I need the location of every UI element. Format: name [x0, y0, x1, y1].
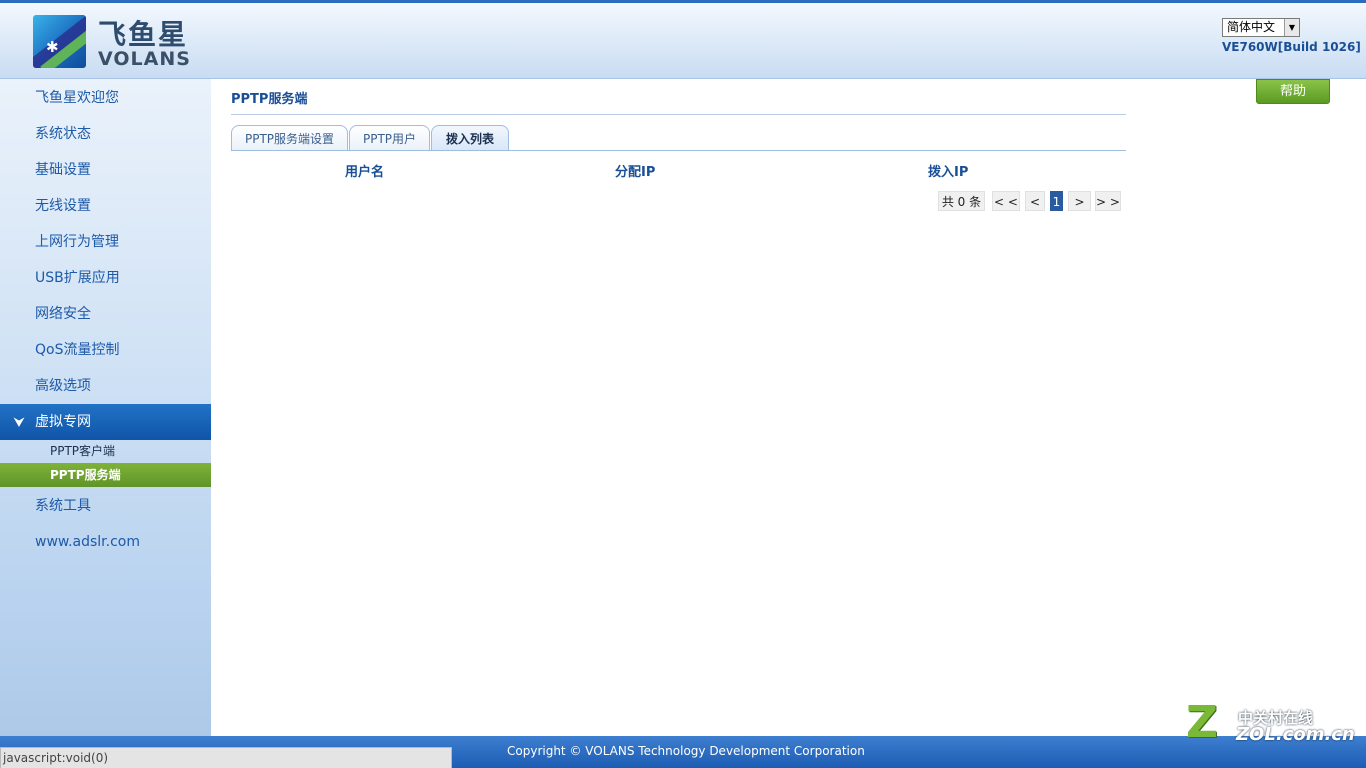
- sidebar-item-network-security[interactable]: 网络安全: [0, 296, 211, 332]
- sidebar-item-usb-apps[interactable]: USB扩展应用: [0, 260, 211, 296]
- sidebar-item-wireless-settings[interactable]: 无线设置: [0, 188, 211, 224]
- last-page-button[interactable]: > >: [1095, 191, 1121, 211]
- column-header-dial-in-ip: 拨入IP: [928, 165, 969, 180]
- double-chevron-down-icon: ⮟: [14, 415, 25, 429]
- sidebar-item-advanced[interactable]: 高级选项: [0, 368, 211, 404]
- zol-watermark-en: ZOL.com.cn: [1236, 724, 1355, 745]
- sidebar-item-behavior-management[interactable]: 上网行为管理: [0, 224, 211, 260]
- dropdown-arrow-icon[interactable]: ▼: [1284, 19, 1299, 36]
- firmware-version: VE760W[Build 1026]: [1222, 40, 1361, 54]
- volans-logo-icon: ✱: [33, 15, 86, 68]
- logo-text-cn: 飞鱼星: [98, 18, 189, 51]
- page-title: PPTP服务端: [231, 92, 308, 107]
- zol-watermark: Z 中关村在线 ZOL.com.cn: [1186, 700, 1356, 748]
- sidebar-item-welcome[interactable]: 飞鱼星欢迎您: [0, 80, 211, 116]
- column-header-assigned-ip: 分配IP: [615, 165, 656, 180]
- sidebar-subitem-pptp-client[interactable]: PPTP客户端: [0, 439, 211, 463]
- language-select[interactable]: 简体中文 ▼: [1222, 18, 1300, 37]
- sidebar-nav: 飞鱼星欢迎您 系统状态 基础设置 无线设置 上网行为管理 USB扩展应用 网络安…: [0, 79, 211, 736]
- first-page-button[interactable]: < <: [992, 191, 1020, 211]
- sidebar-item-system-tools[interactable]: 系统工具: [0, 488, 211, 524]
- sidebar-item-qos[interactable]: QoS流量控制: [0, 332, 211, 368]
- tab-pptp-server-settings[interactable]: PPTP服务端设置: [231, 125, 348, 151]
- sidebar-subitem-pptp-server[interactable]: PPTP服务端: [0, 463, 211, 487]
- current-page-button[interactable]: 1: [1050, 191, 1063, 211]
- copyright-text: Copyright © VOLANS Technology Developmen…: [507, 744, 865, 758]
- header-bar: ✱ 飞鱼星 VOLANS 简体中文 ▼ VE760W[Build 1026]: [0, 0, 1366, 79]
- browser-status-bar: javascript:void(0): [0, 747, 452, 768]
- tab-dial-in-list[interactable]: 拨入列表: [431, 125, 509, 151]
- sidebar-item-basic-settings[interactable]: 基础设置: [0, 152, 211, 188]
- language-select-value: 简体中文: [1227, 20, 1276, 34]
- prev-page-button[interactable]: <: [1025, 191, 1045, 211]
- sidebar-item-vpn[interactable]: ⮟ 虚拟专网: [0, 404, 211, 440]
- title-divider: [231, 114, 1126, 115]
- help-button[interactable]: 帮助: [1256, 79, 1330, 104]
- tab-divider: [231, 150, 1126, 151]
- sidebar-item-vpn-label: 虚拟专网: [35, 414, 91, 430]
- zol-logo-icon: Z: [1186, 697, 1218, 748]
- star-icon: ✱: [46, 38, 59, 56]
- sidebar-item-system-status[interactable]: 系统状态: [0, 116, 211, 152]
- column-header-username: 用户名: [345, 165, 385, 180]
- record-count: 共 0 条: [938, 191, 985, 211]
- logo-text-en: VOLANS: [98, 48, 191, 70]
- sidebar-item-website-link[interactable]: www.adslr.com: [0, 524, 211, 560]
- tab-pptp-users[interactable]: PPTP用户: [349, 125, 430, 151]
- next-page-button[interactable]: >: [1068, 191, 1091, 211]
